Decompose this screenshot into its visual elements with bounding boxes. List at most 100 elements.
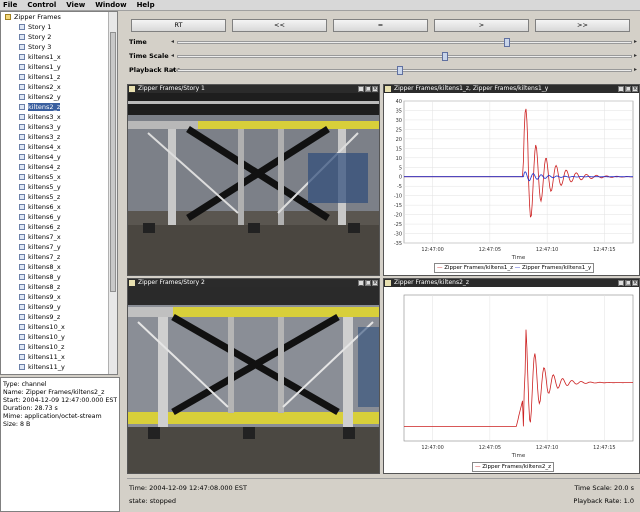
tree-item[interactable]: kiltens6_x [1, 202, 117, 212]
minimize-icon[interactable]: _ [618, 86, 624, 92]
fast-forward-button[interactable]: >> [535, 19, 630, 32]
video-window-1-titlebar[interactable]: Zipper Frames/Story 1 _ □ × [128, 85, 379, 93]
playback-rate-left-arrow-icon[interactable]: ◂ [171, 66, 174, 73]
tree-item[interactable]: kiltens10_y [1, 332, 117, 342]
tree-item[interactable]: kiltens4_y [1, 152, 117, 162]
tree-item[interactable]: kiltens3_y [1, 122, 117, 132]
time-slider-right-arrow-icon[interactable]: ▸ [634, 38, 637, 45]
plot-window-2-titlebar[interactable]: Zipper Frames/kiltens2_z _ □ × [384, 279, 639, 287]
plot-2: 12:47:00 12:47:05 12:47:10 12:47:15 Time — Z… [384, 287, 639, 473]
playback-rate-slider-knob[interactable] [397, 66, 404, 75]
rewind-button[interactable]: << [232, 19, 327, 32]
y-tick-label: 20 [396, 137, 402, 143]
tree-item[interactable]: kiltens6_y [1, 212, 117, 222]
playback-rate-slider[interactable] [177, 66, 632, 75]
tree-item[interactable]: kiltens2_z [1, 102, 117, 112]
y-tick-label: 10 [396, 156, 402, 162]
tree-item[interactable]: kiltens6_z [1, 222, 117, 232]
video-window-2-titlebar[interactable]: Zipper Frames/Story 2 _ □ × [128, 279, 379, 287]
status-state: state: stopped [129, 497, 177, 505]
tree-item[interactable]: kiltens7_z [1, 252, 117, 262]
tree-item[interactable]: kiltens5_z [1, 192, 117, 202]
video-frame-story-2 [128, 287, 379, 473]
plot-window-1[interactable]: Zipper Frames/kiltens1_z, Zipper Frames/… [383, 84, 640, 276]
time-slider-left-arrow-icon[interactable]: ◂ [171, 38, 174, 45]
channel-icon [19, 264, 25, 270]
tree-root-zipper-frames[interactable]: Zipper Frames [1, 12, 117, 22]
plot-window-1-titlebar[interactable]: Zipper Frames/kiltens1_z, Zipper Frames/… [384, 85, 639, 93]
channel-icon [19, 164, 25, 170]
tree-item[interactable]: kiltens9_z [1, 312, 117, 322]
tree-item[interactable]: Story 1 [1, 22, 117, 32]
close-icon[interactable]: × [632, 86, 638, 92]
channel-icon [19, 174, 25, 180]
tree-item[interactable]: kiltens2_x [1, 82, 117, 92]
tree-item[interactable]: kiltens10_z [1, 342, 117, 352]
tree-item[interactable]: kiltens9_y [1, 302, 117, 312]
video-window-story-2[interactable]: Zipper Frames/Story 2 _ □ × [127, 278, 380, 474]
tree-item[interactable]: kiltens3_z [1, 132, 117, 142]
tree-item[interactable]: kiltens1_y [1, 62, 117, 72]
time-scale-left-arrow-icon[interactable]: ◂ [171, 52, 174, 59]
channel-tree[interactable]: Zipper Frames Story 1 Story 2 Story 3 kilten… [0, 11, 118, 375]
tree-item[interactable]: kiltens5_y [1, 182, 117, 192]
tree-item-label: kiltens1_z [28, 73, 61, 81]
time-scale-slider[interactable] [177, 52, 632, 61]
tree-item[interactable]: kiltens8_x [1, 262, 117, 272]
tree-item[interactable]: kiltens4_z [1, 162, 117, 172]
tree-item[interactable]: kiltens11_x [1, 352, 117, 362]
time-scale-slider-knob[interactable] [441, 52, 448, 61]
close-icon[interactable]: × [372, 86, 378, 92]
tree-item[interactable]: Story 2 [1, 32, 117, 42]
channel-icon [19, 314, 25, 320]
tree-item[interactable]: kiltens1_x [1, 52, 117, 62]
close-icon[interactable]: × [632, 280, 638, 286]
x-tick-label: 12:47:05 [479, 445, 501, 451]
window-icon [129, 280, 135, 286]
maximize-icon[interactable]: □ [625, 86, 631, 92]
menu-view[interactable]: View [66, 1, 85, 9]
tree-item[interactable]: kiltens2_y [1, 92, 117, 102]
tree-item[interactable]: Story 3 [1, 42, 117, 52]
minimize-icon[interactable]: _ [358, 280, 364, 286]
tree-item[interactable]: kiltens1_z [1, 72, 117, 82]
menu-file[interactable]: File [3, 1, 17, 9]
tree-item[interactable]: kiltens3_x [1, 112, 117, 122]
time-slider-knob[interactable] [504, 38, 511, 47]
minimize-icon[interactable]: _ [618, 280, 624, 286]
menu-window[interactable]: Window [95, 1, 126, 9]
time-scale-slider-label: Time Scale [129, 52, 169, 60]
tree-item[interactable]: kiltens8_z [1, 282, 117, 292]
maximize-icon[interactable]: □ [365, 280, 371, 286]
close-icon[interactable]: × [372, 280, 378, 286]
menu-control[interactable]: Control [27, 1, 56, 9]
tree-item[interactable]: kiltens4_x [1, 142, 117, 152]
minimize-icon[interactable]: _ [358, 86, 364, 92]
tree-item[interactable]: kiltens7_x [1, 232, 117, 242]
menu-help[interactable]: Help [137, 1, 155, 9]
time-slider[interactable] [177, 38, 632, 47]
y-tick-label: 15 [396, 146, 402, 152]
channel-icon [19, 24, 25, 30]
time-scale-right-arrow-icon[interactable]: ▸ [634, 52, 637, 59]
tree-item[interactable]: kiltens9_x [1, 292, 117, 302]
maximize-icon[interactable]: □ [365, 86, 371, 92]
tree-item[interactable]: kiltens10_x [1, 322, 117, 332]
window-icon [385, 86, 391, 92]
pause-button[interactable]: = [333, 19, 428, 32]
play-button[interactable]: > [434, 19, 529, 32]
tree-item[interactable]: kiltens8_y [1, 272, 117, 282]
tree-item[interactable]: kiltens5_x [1, 172, 117, 182]
folder-icon [5, 14, 11, 20]
realtime-button[interactable]: RT [131, 19, 226, 32]
tree-item-label: kiltens3_x [28, 113, 61, 121]
tree-item-label: kiltens8_y [28, 273, 61, 281]
tree-scrollbar[interactable] [108, 12, 117, 374]
playback-rate-right-arrow-icon[interactable]: ▸ [634, 66, 637, 73]
plot-window-2[interactable]: Zipper Frames/kiltens2_z _ □ × 12:47:00 12:… [383, 278, 640, 474]
tree-item[interactable]: kiltens11_y [1, 362, 117, 372]
maximize-icon[interactable]: □ [625, 280, 631, 286]
tree-scrollbar-thumb[interactable] [110, 32, 116, 292]
tree-item[interactable]: kiltens7_y [1, 242, 117, 252]
video-window-story-1[interactable]: Zipper Frames/Story 1 _ □ × [127, 84, 380, 276]
